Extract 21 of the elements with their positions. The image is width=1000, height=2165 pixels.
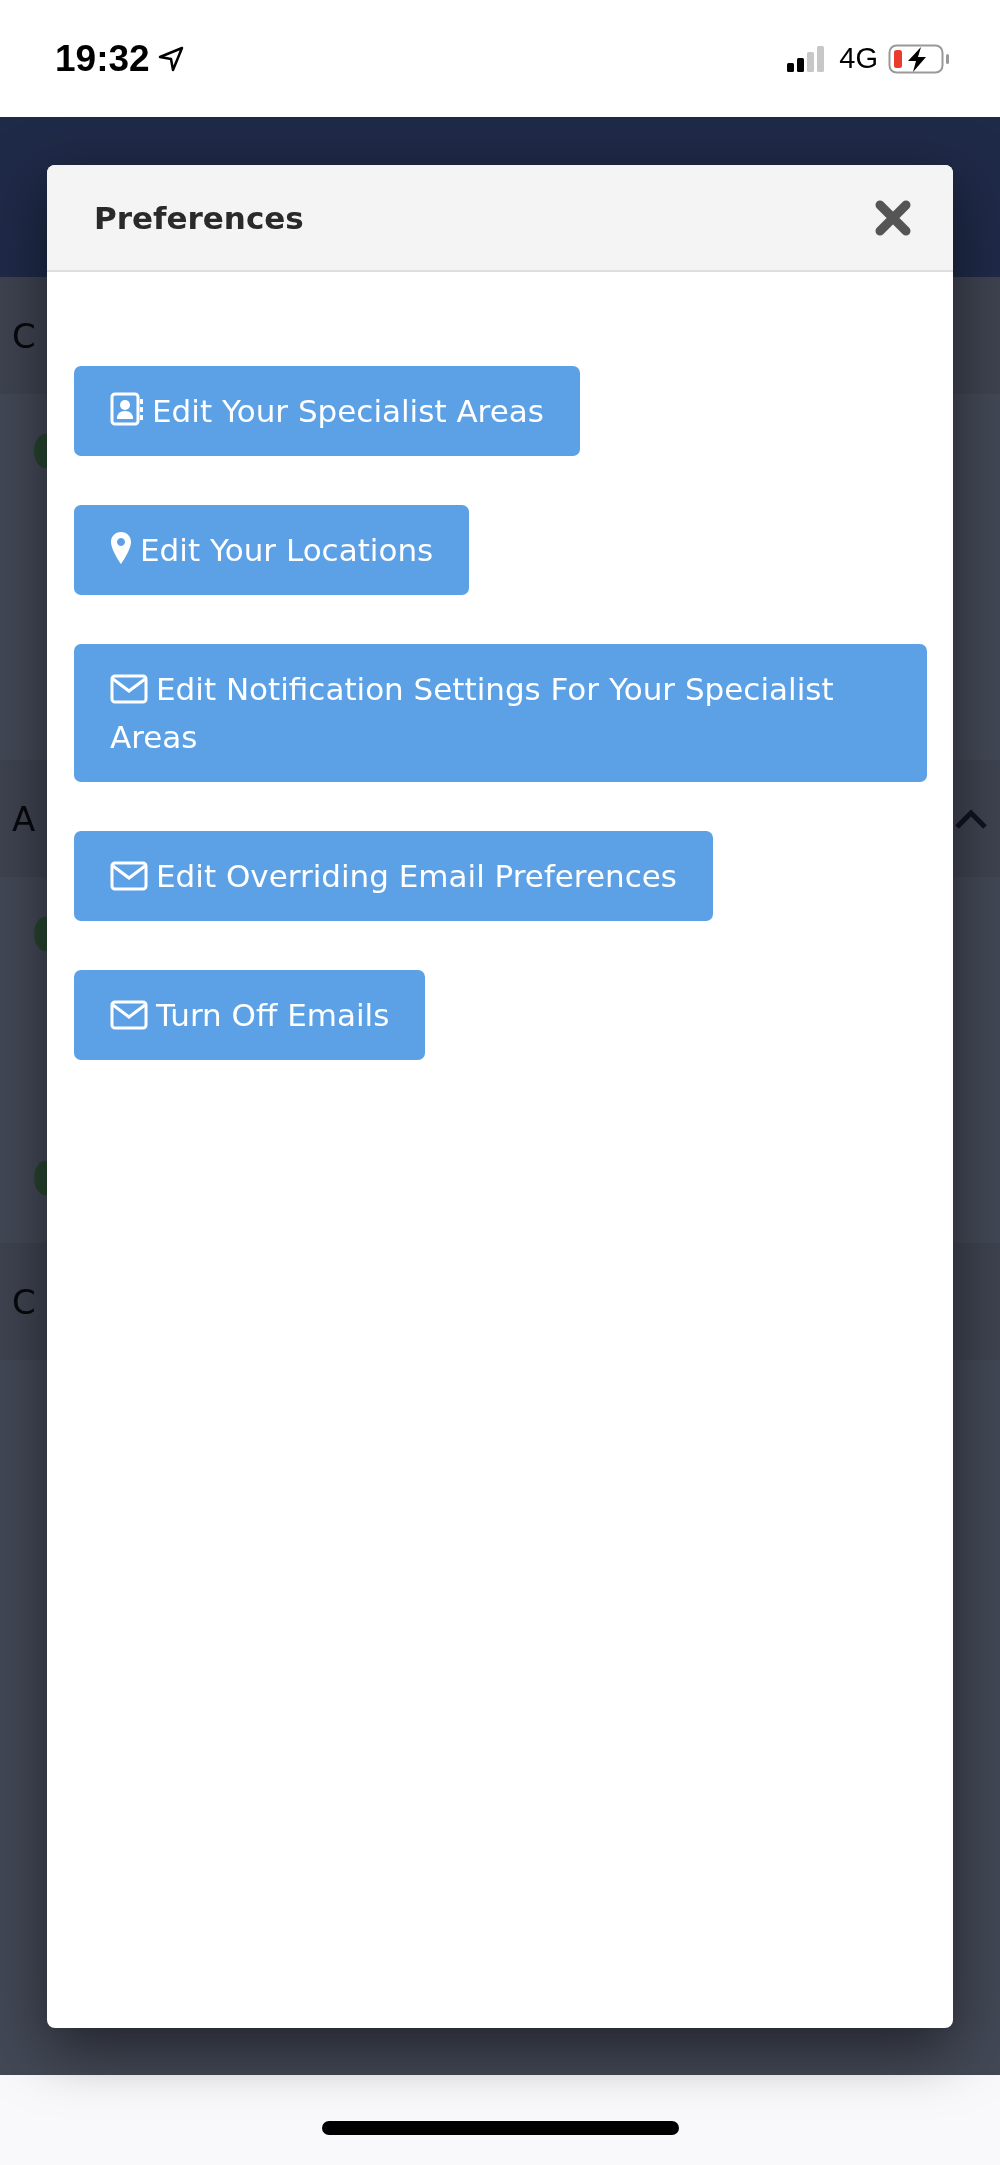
dialog-title: Preferences	[94, 199, 304, 236]
network-type: 4G	[839, 42, 878, 75]
envelope-icon	[110, 674, 148, 704]
location-arrow-icon	[157, 45, 184, 72]
section-heading: C	[12, 315, 36, 356]
preference-button[interactable]: Edit Notification Settings For Your Specialist Areas	[74, 644, 927, 782]
contact-card-icon	[110, 392, 144, 426]
preference-button[interactable]: Edit Your Locations	[74, 505, 470, 595]
envelope-icon	[110, 861, 148, 891]
envelope-icon	[110, 1000, 148, 1030]
map-marker-icon	[110, 531, 132, 565]
preference-button[interactable]: Turn Off Emails	[74, 970, 426, 1060]
chevron-up-icon[interactable]	[954, 807, 988, 830]
section-heading: A	[12, 798, 36, 839]
battery-charging-icon	[888, 43, 950, 74]
close-icon[interactable]	[875, 199, 911, 236]
home-indicator[interactable]	[321, 2121, 679, 2135]
preference-button[interactable]: Edit Your Specialist Areas	[74, 366, 580, 456]
section-heading: C	[12, 1281, 36, 1322]
clock-time: 19:32	[55, 37, 150, 80]
preference-button[interactable]: Edit Overriding Email Preferences	[74, 831, 713, 921]
